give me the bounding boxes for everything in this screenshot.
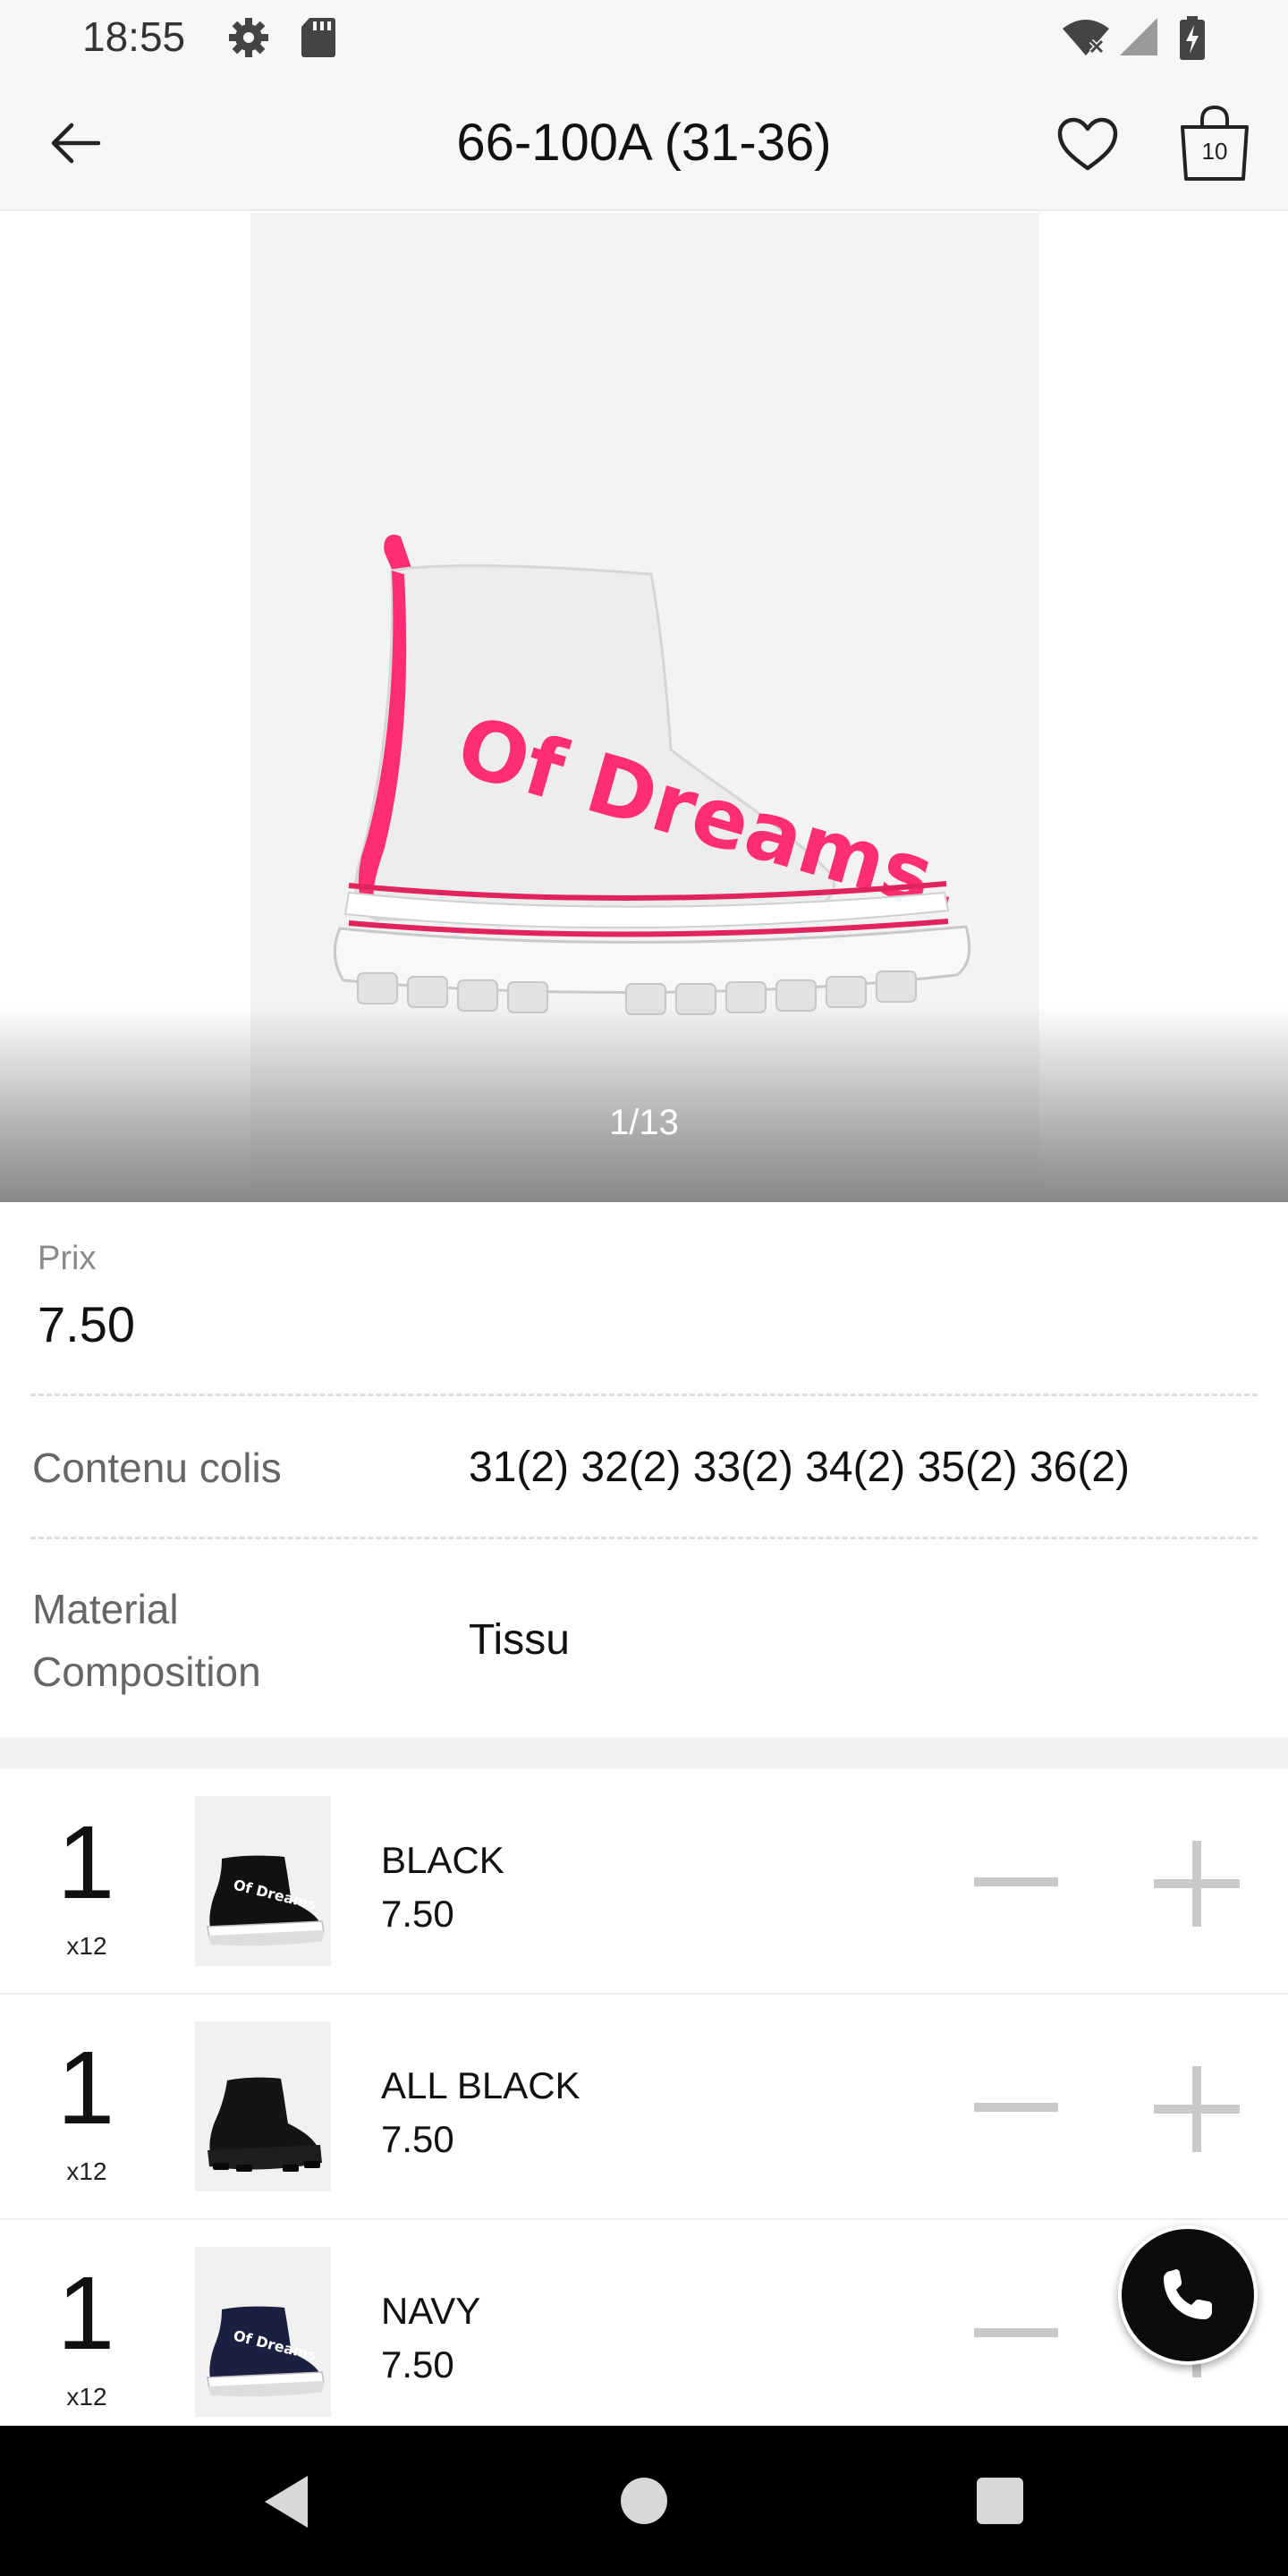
status-bar: 18:55 bbox=[0, 0, 1288, 80]
variant-price: 7.50 bbox=[381, 2343, 454, 2385]
variant-row: 1 x12 ALL BLACK 7.50 bbox=[0, 1995, 1288, 2220]
material-value: Tissu bbox=[469, 1616, 570, 1664]
sd-card-icon bbox=[301, 16, 336, 64]
wifi-off-icon bbox=[1061, 16, 1111, 64]
minus-icon bbox=[974, 1877, 1058, 1886]
variant-row: 1 x12 Of Dreams NAVY 7.50 bbox=[0, 2220, 1288, 2445]
variant-quantity: 1 bbox=[56, 2255, 115, 2371]
variant-price: 7.50 bbox=[381, 2118, 454, 2160]
nav-recents-icon[interactable] bbox=[977, 2478, 1023, 2524]
heart-icon bbox=[1057, 117, 1118, 171]
variant-row: 1 x12 Of Dreams BLACK 7.50 bbox=[0, 1769, 1288, 1995]
pack-label: Contenu colis bbox=[32, 1445, 282, 1491]
minus-icon bbox=[974, 2103, 1058, 2112]
decrease-button[interactable] bbox=[973, 1855, 1059, 1909]
product-image-gallery[interactable]: Of Dreams. 1/13 bbox=[0, 213, 1288, 1202]
app-bar: 66-100A (31-36) 10 bbox=[0, 80, 1288, 211]
variant-name: BLACK bbox=[381, 1839, 504, 1881]
phone-icon bbox=[1164, 2269, 1212, 2319]
divider bbox=[30, 1537, 1258, 1539]
cell-signal-icon bbox=[1118, 16, 1159, 62]
variant-price: 7.50 bbox=[381, 1893, 454, 1935]
material-label-line2: Composition bbox=[32, 1648, 261, 1695]
settings-icon bbox=[227, 16, 270, 64]
price-value: 7.50 bbox=[38, 1296, 135, 1352]
battery-charging-icon bbox=[1179, 16, 1206, 65]
cart-count-badge: 10 bbox=[1201, 138, 1228, 165]
increase-button[interactable] bbox=[1154, 1841, 1240, 1927]
price-label: Prix bbox=[38, 1240, 97, 1277]
cart-button[interactable]: 10 bbox=[1177, 104, 1252, 184]
decrease-button[interactable] bbox=[973, 2080, 1059, 2134]
material-label-line1: Material bbox=[32, 1586, 179, 1632]
nav-back-icon[interactable] bbox=[259, 2470, 313, 2533]
variant-quantity: 1 bbox=[56, 2029, 115, 2146]
variant-multiplier: x12 bbox=[66, 2383, 107, 2411]
nav-home-icon[interactable] bbox=[621, 2478, 667, 2524]
decrease-button[interactable] bbox=[973, 2306, 1059, 2360]
variant-name: NAVY bbox=[381, 2290, 481, 2332]
variant-name: ALL BLACK bbox=[381, 2064, 580, 2106]
minus-icon bbox=[974, 2328, 1058, 2337]
system-nav-bar bbox=[0, 2426, 1288, 2576]
variant-quantity: 1 bbox=[56, 1804, 115, 1920]
variant-thumbnail[interactable]: Of Dreams bbox=[195, 2247, 331, 2417]
variant-thumbnail[interactable] bbox=[195, 2021, 331, 2191]
product-info: Prix 7.50 Contenu colis 31(2) 32(2) 33(2… bbox=[0, 1202, 1288, 1737]
call-button[interactable] bbox=[1118, 2225, 1258, 2365]
variant-thumbnail[interactable]: Of Dreams bbox=[195, 1796, 331, 1966]
variant-multiplier: x12 bbox=[66, 2157, 107, 2185]
increase-button[interactable] bbox=[1154, 2066, 1240, 2152]
status-time: 18:55 bbox=[82, 13, 186, 60]
favorite-button[interactable] bbox=[1048, 106, 1127, 184]
pack-value: 31(2) 32(2) 33(2) 34(2) 35(2) 36(2) bbox=[469, 1444, 1131, 1491]
section-gap bbox=[0, 1737, 1288, 1769]
gallery-counter: 1/13 bbox=[609, 1103, 679, 1142]
product-screen: 18:55 66-100A (31-36) 10 Of Dreams. 1/13… bbox=[0, 0, 1288, 2576]
variant-multiplier: x12 bbox=[66, 1932, 107, 1960]
divider bbox=[30, 1394, 1258, 1396]
